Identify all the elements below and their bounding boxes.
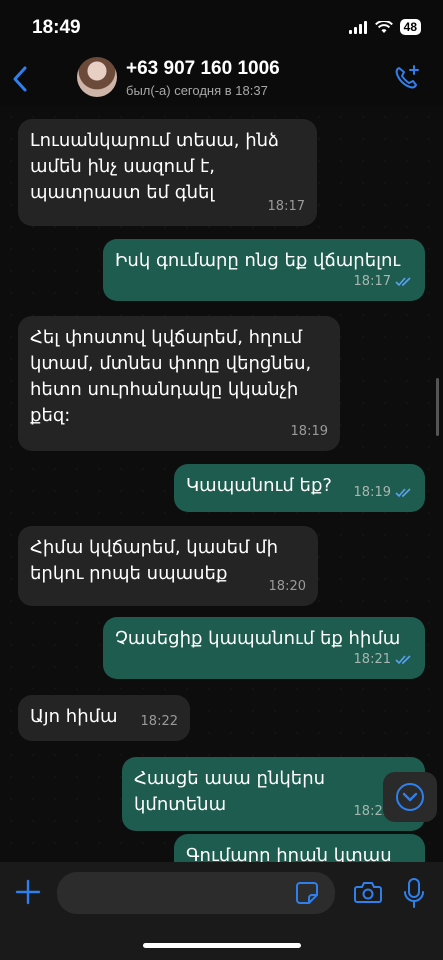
message-time: 18:19 <box>290 424 328 439</box>
message-time: 18:17 <box>353 274 391 289</box>
message-bubble[interactable]: Այո հիմա 18:22 <box>18 695 190 741</box>
message-bubble[interactable]: Կապանում եք? 18:19 <box>174 464 425 512</box>
message-text: Այո հիմա <box>30 706 118 727</box>
phone-plus-icon[interactable] <box>393 64 421 92</box>
wifi-icon <box>374 20 393 33</box>
double-check-icon <box>395 488 411 498</box>
sticker-icon[interactable] <box>295 881 319 905</box>
message-text: Չասեցիք կապանում եք հիմա <box>115 628 401 649</box>
battery-indicator: 48 <box>399 19 421 35</box>
message-time: 18:22 <box>140 714 178 729</box>
status-time: 18:49 <box>32 17 81 38</box>
message-bubble[interactable]: Գումարը իրան կտաս <box>174 834 425 862</box>
message-time: 18:20 <box>268 579 306 594</box>
last-seen-status: был(-а) сегодня в 18:37 <box>126 83 268 98</box>
message-bubble[interactable]: Հիմա կվճարեմ, կասեմ մի երկու րոպե սպասեք… <box>18 526 318 606</box>
avatar[interactable] <box>77 57 117 97</box>
double-check-icon <box>395 655 411 665</box>
double-check-icon <box>395 277 411 287</box>
scroll-down-button[interactable] <box>383 772 437 822</box>
message-text: Կապանում եք? <box>186 475 332 496</box>
contact-name[interactable]: +63 907 160 1006 <box>126 58 280 80</box>
message-bubble[interactable]: Հասցե ասա ընկերս կմոտենա 18:22 <box>122 757 425 831</box>
message-input-bar <box>0 862 443 960</box>
message-bubble[interactable]: Հել փոստով կվճարեմ, հղում կտամ, մտնես փո… <box>18 316 340 451</box>
message-time: 18:17 <box>267 199 305 214</box>
message-text: Լուսանկարում տեսա, ինձ ամեն ինչ սազում է… <box>30 130 279 203</box>
status-icons: 48 <box>348 19 421 35</box>
message-text: Հել փոստով կվճարեմ, հղում կտամ, մտնես փո… <box>30 327 312 426</box>
status-bar: 18:49 48 <box>0 0 443 54</box>
message-text: Հիմա կվճարեմ, կասեմ մի երկու րոպե սպասեք <box>30 537 279 584</box>
message-time: 18:19 <box>353 485 391 500</box>
chat-area[interactable]: Լուսանկարում տեսա, ինձ ամեն ինչ սազում է… <box>0 106 443 862</box>
chevron-left-icon[interactable] <box>8 64 34 94</box>
signal-icon <box>348 20 367 34</box>
message-bubble[interactable]: Չասեցիք կապանում եք հիմա 18:21 <box>103 617 425 679</box>
message-bubble[interactable]: Իսկ գումարը ոնց եք վճարելու 18:17 <box>103 239 425 301</box>
message-time: 18:21 <box>353 652 391 667</box>
message-bubble[interactable]: Լուսանկարում տեսա, ինձ ամեն ինչ սազում է… <box>18 119 317 226</box>
home-indicator[interactable] <box>143 943 301 948</box>
scrollbar[interactable] <box>436 378 439 436</box>
message-input[interactable] <box>57 872 335 914</box>
camera-icon[interactable] <box>354 880 382 904</box>
message-text: Գումարը իրան կտաս <box>186 845 392 862</box>
chevron-down-icon <box>396 783 424 811</box>
message-text: Իսկ գումարը ոնց եք վճարելու <box>115 250 401 271</box>
plus-icon[interactable] <box>14 878 42 906</box>
chat-header: +63 907 160 1006 был(-а) сегодня в 18:37 <box>0 54 443 106</box>
message-text: Հասցե ասա ընկերս կմոտենա <box>134 768 326 815</box>
microphone-icon[interactable] <box>404 878 424 908</box>
